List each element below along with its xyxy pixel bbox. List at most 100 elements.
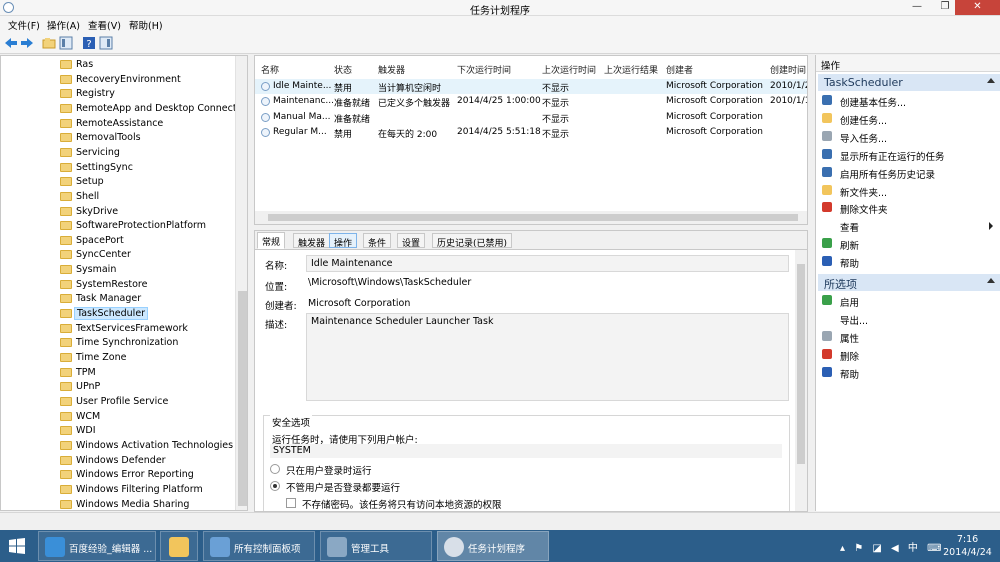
tree-item[interactable]: Sysmain	[58, 263, 244, 277]
tree-item[interactable]: Registry	[58, 87, 244, 101]
tree-item[interactable]: Windows Filtering Platform	[58, 483, 244, 497]
col-next-run[interactable]: 下次运行时间	[457, 63, 511, 76]
tree-item[interactable]: SoftwareProtectionPlatform	[58, 219, 244, 233]
show-hide-tree-icon[interactable]	[59, 36, 73, 50]
description-field[interactable]: Maintenance Scheduler Launcher Task	[306, 313, 789, 401]
tree-item[interactable]: TextServicesFramework	[58, 322, 244, 336]
task-row[interactable]: Manual Ma... 准备就绪 不显示 Microsoft Corporation	[255, 110, 807, 125]
close-button[interactable]: ✕	[955, 0, 1000, 15]
tree-item[interactable]: WDI	[58, 424, 244, 438]
tree-scrollbar[interactable]	[235, 56, 247, 510]
action-refresh[interactable]: 刷新	[822, 236, 997, 252]
tree-item[interactable]: Task Manager	[58, 292, 244, 306]
tree-item[interactable]: User Profile Service	[58, 395, 244, 409]
tree-item[interactable]: Time Zone	[58, 351, 244, 365]
up-folder-icon[interactable]	[42, 36, 56, 50]
action-create-basic-task[interactable]: 创建基本任务...	[822, 93, 997, 109]
col-name[interactable]: 名称	[261, 63, 279, 76]
tree-item[interactable]: UPnP	[58, 380, 244, 394]
tray-network-icon[interactable]: ◪	[872, 543, 881, 554]
tab-general[interactable]: 常规	[257, 232, 286, 249]
show-actions-pane-icon[interactable]	[99, 36, 113, 50]
taskbar-ie-button[interactable]: 百度经验_编辑器 ...	[38, 531, 156, 561]
action-help[interactable]: 帮助	[822, 254, 997, 270]
taskbar-task-scheduler-button[interactable]: 任务计划程序	[437, 531, 549, 561]
tree-item[interactable]: Time Synchronization	[58, 336, 244, 350]
forward-arrow-icon[interactable]	[20, 36, 34, 50]
taskbar-admin-tools-button[interactable]: 管理工具	[320, 531, 432, 561]
section-taskscheduler[interactable]: TaskScheduler	[818, 74, 1000, 91]
tree-item[interactable]: SystemRestore	[58, 278, 244, 292]
clock[interactable]: 7:16 2014/4/24	[940, 533, 995, 559]
tree-item[interactable]: Setup	[58, 175, 244, 189]
task-row[interactable]: Regular M... 禁用 在每天的 2:00 2014/4/25 5:51:18…	[255, 125, 807, 140]
menu-file[interactable]: 文件(F)	[8, 18, 40, 32]
do-not-store-password-checkbox[interactable]	[286, 498, 296, 508]
help-icon[interactable]: ?	[82, 36, 96, 50]
action-create-task[interactable]: 创建任务...	[822, 111, 997, 127]
tray-chevron-icon[interactable]: ▴	[840, 543, 845, 554]
tab-actions[interactable]: 操作	[329, 233, 358, 249]
collapse-arrow-icon[interactable]	[987, 78, 995, 83]
selected-action-properties[interactable]: 属性	[822, 329, 997, 345]
col-created[interactable]: 创建时间	[770, 63, 806, 76]
menu-help[interactable]: 帮助(H)	[129, 18, 163, 32]
tree-item[interactable]: WCM	[58, 410, 244, 424]
tab-conditions[interactable]: 条件	[363, 233, 392, 249]
back-arrow-icon[interactable]	[4, 36, 18, 50]
section-selected-item[interactable]: 所选项	[818, 274, 1000, 291]
tree-item[interactable]: RecoveryEnvironment	[58, 73, 244, 87]
selected-action-enable[interactable]: 启用	[822, 293, 997, 309]
name-field[interactable]: Idle Maintenance	[306, 255, 789, 272]
col-last-result[interactable]: 上次运行结果	[604, 63, 658, 76]
tree-item[interactable]: SpacePort	[58, 234, 244, 248]
task-row[interactable]: Maintenanc... 准备就绪 已定义多个触发器 2014/4/25 1:00:…	[255, 94, 807, 109]
input-language-indicator[interactable]: 中	[908, 543, 918, 554]
tree-item[interactable]: TPM	[58, 366, 244, 380]
collapse-arrow-icon[interactable]	[987, 278, 995, 283]
action-enable-history[interactable]: 启用所有任务历史记录	[822, 165, 997, 181]
tree-item[interactable]: RemovalTools	[58, 131, 244, 145]
folder-tree[interactable]: Ras RecoveryEnvironment Registry RemoteApp …	[0, 55, 248, 511]
tree-item[interactable]: SkyDrive	[58, 205, 244, 219]
col-trigger[interactable]: 触发器	[378, 63, 405, 76]
details-scrollbar[interactable]	[795, 250, 807, 511]
taskbar-control-panel-button[interactable]: 所有控制面板项	[203, 531, 315, 561]
tree-item[interactable]: Windows Error Reporting	[58, 468, 244, 482]
windows-start-icon[interactable]	[9, 538, 25, 554]
tree-item[interactable]: Servicing	[58, 146, 244, 160]
run-only-logged-on-radio[interactable]	[270, 464, 280, 474]
tree-item[interactable]: SyncCenter	[58, 248, 244, 262]
col-last-run[interactable]: 上次运行时间	[542, 63, 596, 76]
menu-view[interactable]: 查看(V)	[88, 18, 121, 32]
tree-item[interactable]: TaskScheduler	[58, 307, 244, 321]
tree-item[interactable]: SettingSync	[58, 161, 244, 175]
tree-item[interactable]: Shell	[58, 190, 244, 204]
selected-action-delete[interactable]: 删除	[822, 347, 997, 363]
selected-action-help[interactable]: 帮助	[822, 365, 997, 381]
action-view[interactable]: 查看	[822, 218, 997, 234]
tab-history[interactable]: 历史记录(已禁用)	[432, 233, 513, 249]
minimize-button[interactable]: —	[903, 0, 931, 15]
run-whether-logged-on-radio[interactable]	[270, 481, 280, 491]
tab-settings[interactable]: 设置	[397, 233, 426, 249]
list-horizontal-scrollbar[interactable]	[255, 211, 807, 224]
col-status[interactable]: 状态	[334, 63, 352, 76]
tree-item[interactable]: RemoteApp and Desktop Connections	[58, 102, 247, 116]
tab-triggers[interactable]: 触发器	[293, 233, 331, 249]
taskbar-explorer-button[interactable]	[160, 531, 198, 561]
action-delete-folder[interactable]: 删除文件夹	[822, 200, 997, 216]
tray-volume-icon[interactable]: ◀	[891, 543, 899, 554]
tray-flag-icon[interactable]: ⚑	[854, 543, 863, 554]
tree-item[interactable]: Ras	[58, 58, 244, 72]
action-display-running-tasks[interactable]: 显示所有正在运行的任务	[822, 147, 997, 163]
tree-item[interactable]: Windows Defender	[58, 454, 244, 468]
action-new-folder[interactable]: 新文件夹...	[822, 183, 997, 199]
tree-item[interactable]: Windows Activation Technologies	[58, 439, 244, 453]
task-row[interactable]: Idle Mainte... 禁用 当计算机空闲时 不显示 Microsoft Corp…	[255, 79, 807, 94]
tree-item[interactable]: Windows Media Sharing	[58, 498, 244, 511]
tree-item[interactable]: RemoteAssistance	[58, 117, 244, 131]
col-author[interactable]: 创建者	[666, 63, 693, 76]
menu-action[interactable]: 操作(A)	[47, 18, 80, 32]
action-import-task[interactable]: 导入任务...	[822, 129, 997, 145]
